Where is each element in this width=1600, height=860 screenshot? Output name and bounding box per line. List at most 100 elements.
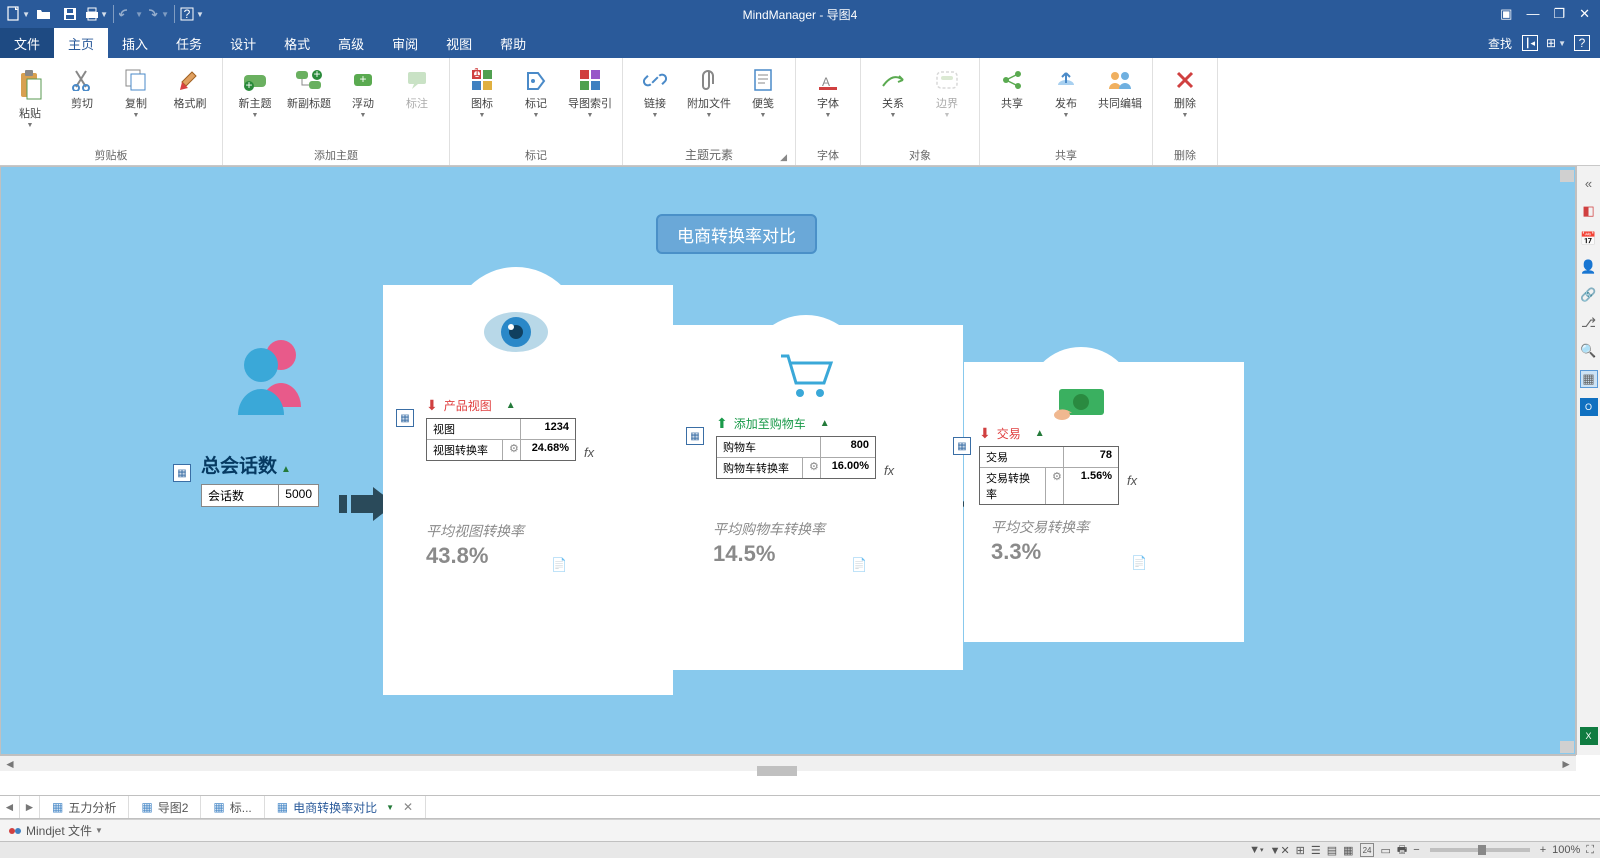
minimize-button[interactable]: — [1526, 6, 1539, 22]
sp-calendar-icon[interactable]: 📅 [1580, 230, 1598, 248]
view-grid-icon[interactable]: ▦ [1343, 843, 1353, 857]
filter-icon[interactable]: ▼▾ [1249, 843, 1263, 857]
tab-prev[interactable]: ◄ [0, 796, 20, 818]
view-24-icon[interactable]: 24 [1360, 843, 1375, 857]
gear-icon[interactable]: ⚙ [803, 458, 821, 478]
fx-icon: fx [884, 463, 894, 478]
save-button[interactable] [58, 3, 82, 25]
new-topic-button[interactable]: +新主题▼ [229, 62, 281, 123]
print-button[interactable]: ▼ [84, 3, 108, 25]
dialog-launcher[interactable]: ◢ [780, 152, 787, 163]
filter-x-icon[interactable]: ▼✕ [1270, 843, 1290, 857]
vscroll-down[interactable] [1560, 741, 1574, 753]
map-title-node[interactable]: 电商转换率对比 [656, 214, 817, 254]
close-button[interactable]: ✕ [1579, 6, 1590, 22]
sp-person-icon[interactable]: 👤 [1580, 258, 1598, 276]
delete-button[interactable]: 删除▼ [1159, 62, 1211, 123]
expand-icon[interactable]: ▲ [1035, 428, 1045, 439]
map-index-button[interactable]: 导图索引▼ [564, 62, 616, 123]
canvas[interactable]: 电商转换率对比 ▦ 总会话数▲ 会话数5000 ▦ ⬇产品视图▲ 视图1234 … [0, 166, 1576, 755]
tab-review[interactable]: 审阅 [378, 28, 432, 58]
coedit-button[interactable]: 共同编辑 [1094, 62, 1146, 114]
tab-format[interactable]: 格式 [270, 28, 324, 58]
gear-icon[interactable]: ⚙ [503, 440, 521, 460]
attach-button[interactable]: 附加文件▼ [683, 62, 735, 123]
expand-icon[interactable]: ▲ [820, 418, 830, 429]
link-button[interactable]: 链接▼ [629, 62, 681, 123]
redo-button[interactable]: ▼ [145, 3, 169, 25]
expand-icon[interactable]: ▲ [281, 464, 291, 475]
fit-icon[interactable]: ⛶ [1586, 843, 1594, 857]
sp-outlook-icon[interactable]: O [1580, 398, 1598, 416]
close-tab-icon[interactable]: ✕ [403, 800, 413, 814]
help-qat-button[interactable]: ?▼ [180, 3, 204, 25]
sp-grid-icon[interactable]: ▦ [1580, 370, 1598, 388]
tab-view[interactable]: 视图 [432, 28, 486, 58]
view-list-icon[interactable]: ☰ [1311, 843, 1321, 857]
paste-button[interactable]: 粘贴▼ [6, 62, 54, 133]
zoom-in-button[interactable]: + [1540, 843, 1546, 857]
menu-help-icon[interactable]: ? [1574, 35, 1590, 51]
zoom-out-button[interactable]: − [1413, 843, 1419, 857]
new-subtopic-button[interactable]: +新副标题 [283, 62, 335, 114]
view-print-icon[interactable]: 🖶 [1397, 843, 1407, 857]
publish-button[interactable]: 发布▼ [1040, 62, 1092, 123]
font-button[interactable]: A字体▼ [802, 62, 854, 123]
note-button[interactable]: 便笺▼ [737, 62, 789, 123]
tab-next[interactable]: ► [20, 796, 40, 818]
expand-icon[interactable]: ▲ [506, 400, 516, 411]
step1-content[interactable]: ▦ ⬇产品视图▲ 视图1234 视图转换率⚙24.68% fx [426, 397, 576, 461]
horizontal-scrollbar[interactable]: ◄ ► [0, 755, 1576, 771]
tab-task[interactable]: 任务 [162, 28, 216, 58]
note-icon[interactable]: 📄 [551, 557, 567, 573]
float-button[interactable]: +浮动▼ [337, 62, 389, 123]
vscroll-up[interactable] [1560, 170, 1574, 182]
cut-button[interactable]: 剪切 [56, 62, 108, 114]
zoom-slider[interactable] [1430, 848, 1530, 852]
tab-file[interactable]: 文件 [0, 28, 54, 58]
icon-button[interactable]: 1图标▼ [456, 62, 508, 123]
doc-tab-0[interactable]: ▦五力分析 [40, 796, 129, 818]
open-button[interactable] [32, 3, 56, 25]
sp-marker-icon[interactable]: ◧ [1580, 202, 1598, 220]
maximize-button[interactable]: ❐ [1553, 6, 1565, 22]
zoom-value[interactable]: 100% [1552, 843, 1580, 857]
group-addtopic: +新主题▼ +新副标题 +浮动▼ 标注 添加主题 [223, 58, 450, 165]
step3-content[interactable]: ▦ ⬇交易▲ 交易78 交易转换率⚙1.56% fx [979, 425, 1119, 505]
sp-link-icon[interactable]: 🔗 [1580, 286, 1598, 304]
share-button[interactable]: 共享 [986, 62, 1038, 114]
status-bar-2: ▼▾ ▼✕ ⊞ ☰ ▤ ▦ 24 ▭ 🖶 − + 100% ⛶ [0, 841, 1600, 858]
view-tree-icon[interactable]: ⊞ [1296, 843, 1305, 857]
tab-design[interactable]: 设计 [216, 28, 270, 58]
tag-button[interactable]: 标记▼ [510, 62, 562, 123]
sessions-node[interactable]: ▦ 总会话数▲ 会话数5000 [201, 451, 319, 507]
new-doc-button[interactable]: ▼ [6, 3, 30, 25]
note-icon[interactable]: 📄 [851, 557, 867, 573]
sp-expand[interactable]: « [1580, 174, 1598, 192]
gear-icon[interactable]: ⚙ [1046, 468, 1064, 504]
mindjet-label[interactable]: Mindjet 文件 [26, 822, 92, 839]
doc-tab-1[interactable]: ▦导图2 [129, 796, 201, 818]
collapse-ribbon-icon[interactable]: ┃◂ [1522, 35, 1538, 51]
undo-button[interactable]: ▼ [119, 3, 143, 25]
note-icon[interactable]: 📄 [1131, 555, 1147, 571]
relation-button[interactable]: 关系▼ [867, 62, 919, 123]
doc-tab-2[interactable]: ▦标... [201, 796, 264, 818]
view-page-icon[interactable]: ▭ [1380, 843, 1390, 857]
sp-search-icon[interactable]: 🔍 [1580, 342, 1598, 360]
search-label[interactable]: 查找 [1488, 35, 1512, 52]
sp-branch-icon[interactable]: ⎇ [1580, 314, 1598, 332]
tab-home[interactable]: 主页 [54, 28, 108, 58]
copy-button[interactable]: 复制▼ [110, 62, 162, 123]
sp-excel-icon[interactable]: X [1580, 727, 1598, 745]
doc-tab-3[interactable]: ▦电商转换率对比▼✕ [265, 796, 426, 818]
tab-help[interactable]: 帮助 [486, 28, 540, 58]
ribbon-toggle-icon[interactable]: ▣ [1500, 6, 1512, 22]
sessions-row: 会话数5000 [201, 484, 319, 507]
menu-tree-icon[interactable]: ⊞▼ [1548, 35, 1564, 51]
tab-advanced[interactable]: 高级 [324, 28, 378, 58]
tab-insert[interactable]: 插入 [108, 28, 162, 58]
view-gantt-icon[interactable]: ▤ [1327, 843, 1337, 857]
step2-content[interactable]: ▦ ⬆添加至购物车▲ 购物车800 购物车转换率⚙16.00% fx [716, 415, 876, 479]
format-painter-button[interactable]: 格式刷 [164, 62, 216, 114]
